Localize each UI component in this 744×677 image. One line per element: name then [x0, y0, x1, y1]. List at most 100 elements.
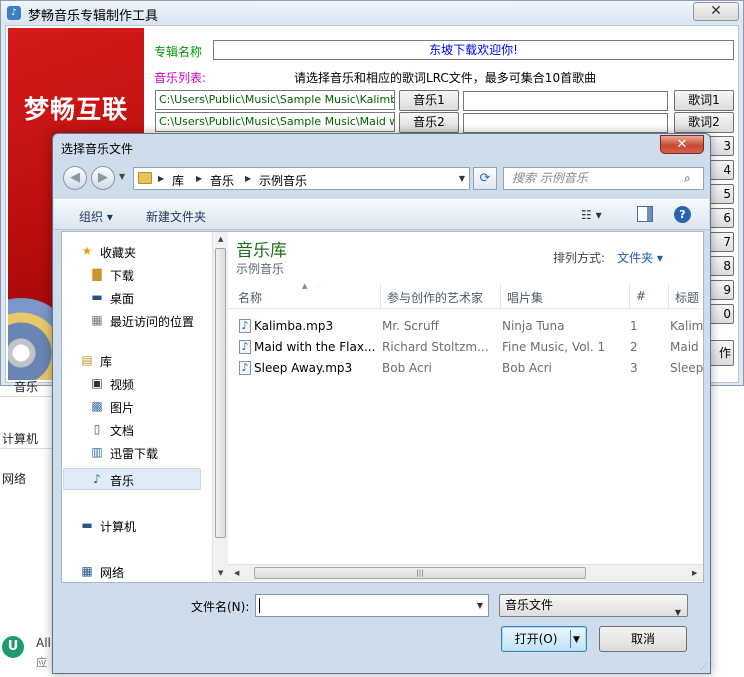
file-row[interactable]: ♪ Maid with the Flax... Richard Stoltzm.…	[228, 337, 703, 358]
lyric-button-5[interactable]: 5	[708, 184, 734, 204]
lyric-button-4[interactable]: 4	[708, 160, 734, 180]
lyric-button-3[interactable]: 3	[708, 136, 734, 156]
bg-nav-network[interactable]: 网络	[2, 470, 26, 487]
column-divider[interactable]	[668, 284, 669, 308]
file-type-select[interactable]: 音乐文件 ▼	[499, 594, 688, 617]
lyric-button-1[interactable]: 歌词1	[674, 90, 734, 111]
nav-downloads[interactable]: 下载	[110, 267, 134, 284]
folder-icon	[138, 172, 152, 184]
cancel-button[interactable]: 取消	[599, 626, 687, 652]
dialog-close-button[interactable]: ✕	[660, 135, 704, 154]
nav-libraries[interactable]: 库	[100, 353, 112, 370]
open-button-label[interactable]: 打开(O)	[502, 627, 570, 651]
resize-grip-icon[interactable]: ⋰	[700, 662, 708, 671]
header-divider	[228, 308, 703, 309]
background-app-icon[interactable]: U	[2, 636, 24, 658]
desktop-icon: ▬	[91, 290, 103, 304]
organize-menu[interactable]: 组织 ▾	[79, 208, 113, 225]
lyric-path-input-1[interactable]	[463, 91, 668, 111]
music-path-input-2[interactable]: C:\Users\Public\Music\Sample Music\Maid …	[155, 112, 395, 132]
column-divider[interactable]	[380, 284, 381, 308]
nav-pictures[interactable]: 图片	[110, 399, 134, 416]
recent-locations-dropdown[interactable]: ▼	[119, 172, 125, 181]
bg-nav-music[interactable]: 音乐	[14, 378, 38, 395]
column-header-name[interactable]: 名称	[238, 289, 262, 306]
help-icon[interactable]: ?	[674, 206, 691, 223]
chevron-down-icon[interactable]: ▼	[675, 602, 681, 623]
nav-desktop[interactable]: 桌面	[110, 290, 134, 307]
forward-button[interactable]: ▶	[91, 166, 115, 190]
filename-history-dropdown[interactable]: ▼	[477, 601, 483, 610]
file-list-horizontal-scrollbar[interactable]: ◀ ||| ▶	[228, 564, 703, 581]
nav-recent-places[interactable]: 最近访问的位置	[110, 313, 194, 330]
audio-file-icon: ♪	[239, 319, 251, 333]
filename-label: 文件名(N):	[191, 600, 250, 614]
search-input[interactable]: 搜索 示例音乐 ⌕	[503, 167, 704, 190]
breadcrumb-library[interactable]: 库	[172, 172, 184, 189]
nav-videos[interactable]: 视频	[110, 376, 134, 393]
music-button-1[interactable]: 音乐1	[399, 90, 459, 111]
chevron-right-icon[interactable]: ▶	[158, 174, 164, 183]
open-button[interactable]: 打开(O) ▼	[501, 626, 587, 652]
arrange-by-dropdown[interactable]: 文件夹 ▾	[617, 249, 663, 266]
refresh-button[interactable]: ⟳	[473, 167, 497, 190]
lyric-button-10[interactable]: 0	[708, 304, 734, 324]
main-window-title: 梦畅音乐专辑制作工具	[28, 9, 159, 24]
scroll-left-icon[interactable]: ◀	[234, 569, 239, 577]
column-divider[interactable]	[500, 284, 501, 308]
make-album-button[interactable]: 作	[708, 340, 734, 366]
split-divider	[570, 630, 571, 648]
breadcrumb-music[interactable]: 音乐	[210, 172, 234, 189]
view-options-icon[interactable]: ☷ ▾	[581, 208, 602, 222]
lyric-button-6[interactable]: 6	[708, 208, 734, 228]
address-dropdown[interactable]: ▼	[459, 174, 465, 183]
bg-nav-computer[interactable]: 计算机	[2, 430, 38, 447]
pictures-icon: ▩	[91, 399, 103, 413]
scroll-up-icon[interactable]: ▲	[218, 235, 223, 243]
nav-music[interactable]: 音乐	[110, 472, 134, 489]
scroll-down-icon[interactable]: ▼	[218, 569, 223, 577]
computer-icon: ▬	[81, 518, 93, 532]
column-header-artist[interactable]: 参与创作的艺术家	[387, 289, 483, 306]
chevron-right-icon[interactable]: ▶	[245, 174, 251, 183]
file-row[interactable]: ♪ Sleep Away.mp3 Bob Acri Bob Acri 3 Sle…	[228, 358, 703, 379]
scrollbar-thumb[interactable]: |||	[254, 567, 586, 579]
preview-pane-icon[interactable]	[637, 206, 653, 222]
scrollbar-thumb[interactable]	[215, 248, 226, 538]
open-options-dropdown[interactable]: ▼	[573, 635, 580, 645]
new-folder-button[interactable]: 新建文件夹	[146, 208, 206, 225]
column-divider[interactable]	[629, 284, 630, 308]
file-row[interactable]: ♪ Kalimba.mp3 Mr. Scruff Ninja Tuna 1 Ka…	[228, 316, 703, 337]
scroll-right-icon[interactable]: ▶	[692, 569, 697, 577]
nav-thunder-downloads[interactable]: 迅雷下载	[110, 445, 158, 462]
navigation-pane-scrollbar[interactable]: ▲ ▼	[212, 232, 228, 582]
music-button-2[interactable]: 音乐2	[399, 112, 459, 133]
back-button[interactable]: ◀	[63, 166, 87, 190]
music-path-input-1[interactable]: C:\Users\Public\Music\Sample Music\Kalim…	[155, 90, 395, 110]
column-header-track[interactable]: #	[636, 289, 646, 303]
lyric-button-8[interactable]: 8	[708, 256, 734, 276]
search-icon[interactable]: ⌕	[684, 171, 698, 185]
album-name-input[interactable]: 东坡下载欢迎你!	[213, 40, 734, 60]
main-titlebar[interactable]: ♪ 梦畅音乐专辑制作工具 ✕	[1, 1, 743, 25]
nav-computer[interactable]: 计算机	[100, 518, 136, 535]
file-name: Kalimba.mp3	[254, 319, 334, 333]
lyric-path-input-2[interactable]	[463, 113, 668, 133]
breadcrumb-sample-music[interactable]: 示例音乐	[259, 172, 307, 189]
address-bar[interactable]: ▶ 库 ▶ 音乐 ▶ 示例音乐 ▼	[133, 167, 470, 190]
column-header-album[interactable]: 唱片集	[507, 289, 543, 306]
command-toolbar: 组织 ▾ 新建文件夹 ☷ ▾ ?	[54, 199, 709, 230]
nav-network[interactable]: 网络	[100, 564, 124, 581]
lyric-button-9[interactable]: 9	[708, 280, 734, 300]
main-close-button[interactable]: ✕	[693, 2, 739, 21]
music-list-label: 音乐列表:	[154, 71, 207, 85]
file-track: 2	[630, 340, 638, 354]
lyric-button-7[interactable]: 7	[708, 232, 734, 252]
nav-documents[interactable]: 文档	[110, 422, 134, 439]
chevron-right-icon[interactable]: ▶	[196, 174, 202, 183]
lyric-button-2[interactable]: 歌词2	[674, 112, 734, 133]
filename-input[interactable]: ▼	[255, 594, 489, 617]
file-track: 3	[630, 361, 638, 375]
column-header-title[interactable]: 标题	[675, 289, 699, 306]
nav-favorites[interactable]: 收藏夹	[100, 244, 136, 261]
